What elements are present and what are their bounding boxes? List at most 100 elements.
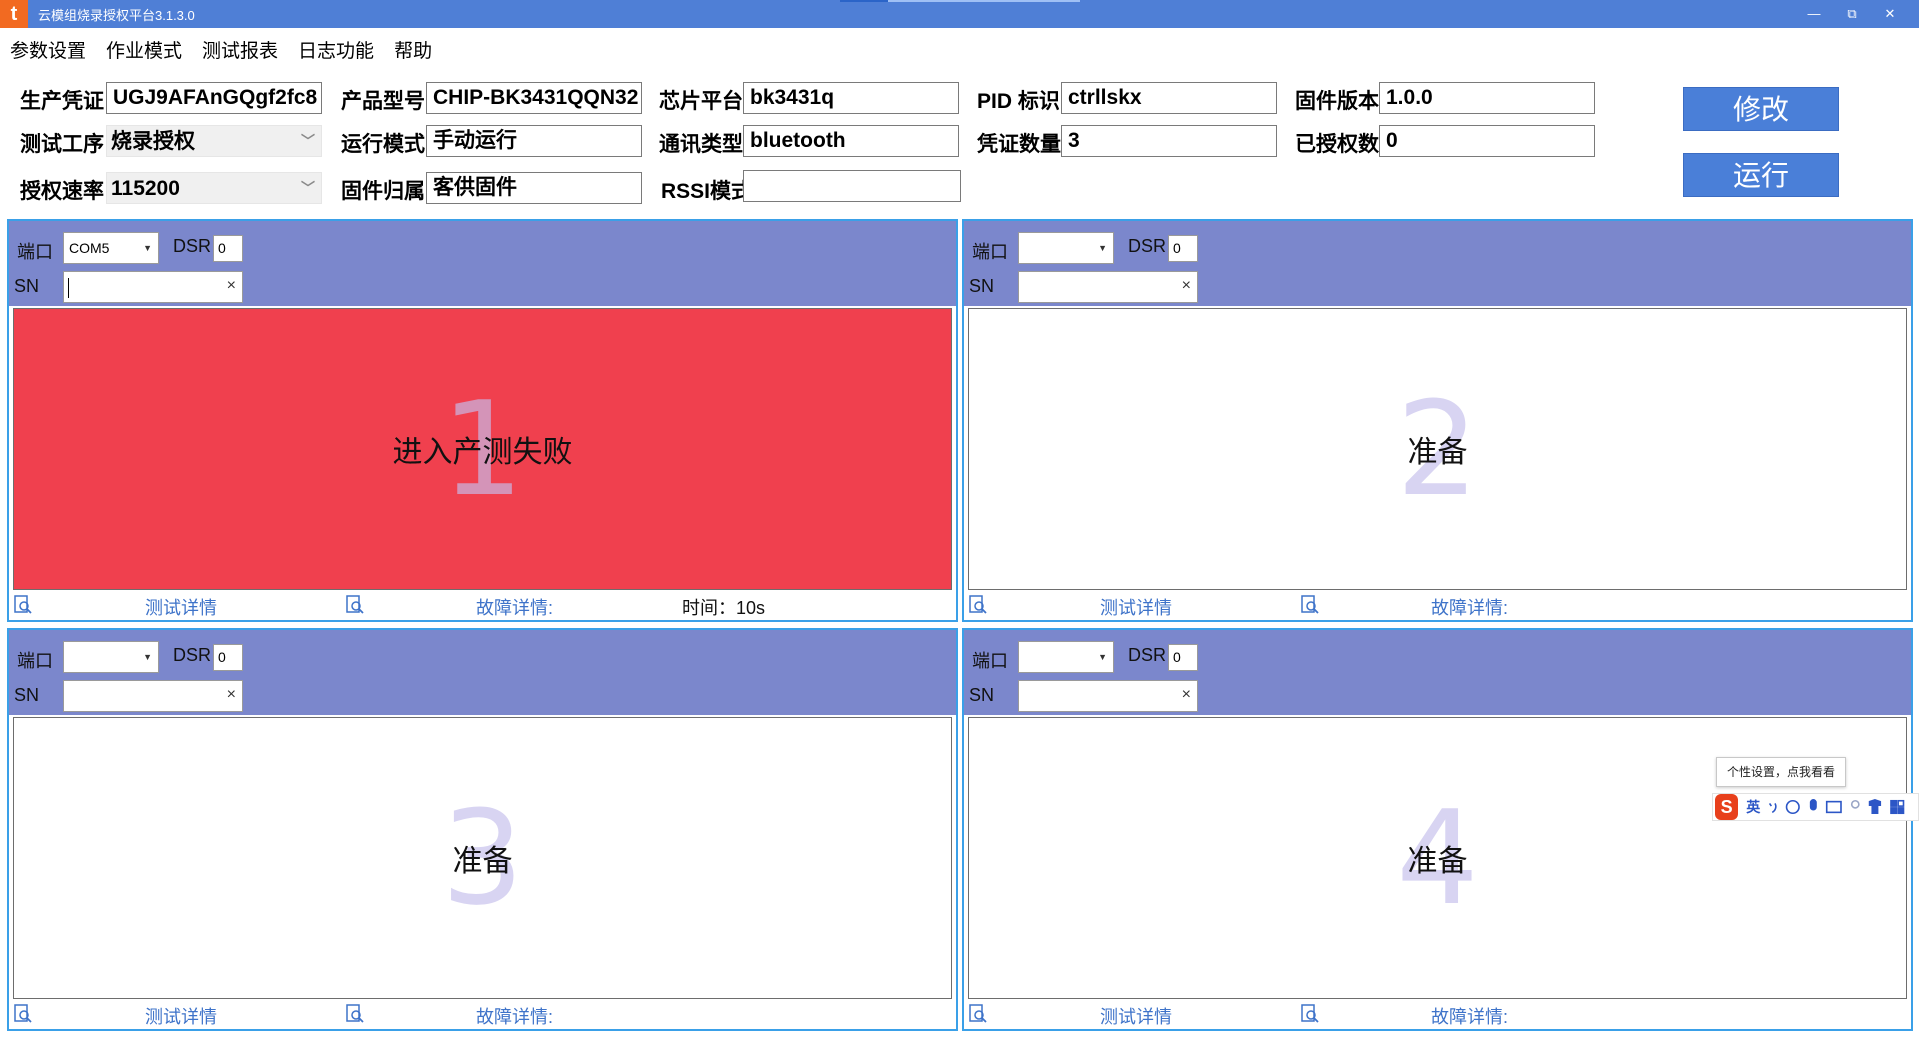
search-doc-icon[interactable] [13,1004,33,1024]
dsr-field[interactable]: 0 [213,235,243,262]
process-value: 烧录授权 [111,130,195,153]
sn-input[interactable]: × [1018,271,1198,303]
modify-button[interactable]: 修改 [1683,87,1839,131]
run-button[interactable]: 运行 [1683,153,1839,197]
fault-detail-link[interactable]: 故障详情: [476,1003,553,1029]
station-status: 准备 [452,845,513,878]
port-label: 端口 [972,651,1008,671]
dsr-field[interactable]: 0 [213,644,243,671]
restore-button[interactable]: ⧉ [1833,0,1871,28]
cred-count-field[interactable]: 3 [1061,125,1277,157]
port-select[interactable]: ▼ [63,641,159,673]
dropdown-arrow-icon: ▼ [1098,652,1107,662]
rssi-field[interactable] [743,170,961,202]
chevron-down-icon: ﹀ [301,133,315,149]
search-doc-icon[interactable] [13,595,33,615]
window-title: 云模组烧录授权平台3.1.3.0 [38,7,195,23]
port-select[interactable]: ▼ [1018,232,1114,264]
ime-language-toggle[interactable]: 英 [1746,797,1760,817]
sn-label: SN [14,276,40,296]
sn-label: SN [14,685,40,705]
test-detail-link[interactable]: 测试详情 [1100,1003,1172,1029]
menu-item-help[interactable]: 帮助 [394,36,432,66]
dsr-field[interactable]: 0 [1168,644,1198,671]
pid-field[interactable]: ctrllskx [1061,82,1277,114]
product-field[interactable]: CHIP-BK3431QQN32 [426,82,642,114]
process-select[interactable]: 烧录授权 ﹀ [106,125,322,157]
baud-select[interactable]: 115200 ﹀ [106,172,322,204]
station-panel-4: 端口 ▼ DSR 0 SN × 4 准备 测试详情 故障详情: [962,628,1913,1031]
authorized-field[interactable]: 0 [1379,125,1595,157]
process-label: 测试工序: [20,133,111,156]
run-mode-field[interactable]: 手动运行 [426,125,642,157]
search-doc-icon[interactable] [968,1004,988,1024]
test-detail-link[interactable]: 测试详情 [145,1003,217,1029]
comm-field[interactable]: bluetooth [743,125,959,157]
search-doc-icon[interactable] [1300,1004,1320,1024]
port-label: 端口 [972,242,1008,262]
credential-label: 生产凭证: [20,90,111,113]
run-mode-label: 运行模式: [341,133,432,156]
port-value: COM5 [69,240,110,256]
ime-toolbar[interactable]: S 英 [1712,793,1919,821]
close-button[interactable]: ✕ [1871,0,1909,28]
sn-input[interactable]: × [1018,680,1198,712]
fault-detail-link[interactable]: 故障详情: [476,594,553,620]
keyboard-icon [1826,800,1843,814]
search-doc-icon[interactable] [345,595,365,615]
menu-item-log[interactable]: 日志功能 [298,36,374,66]
panel-footer: 测试详情 故障详情: [9,999,956,1029]
search-doc-icon[interactable] [1300,595,1320,615]
toolbox-icon [1890,799,1898,807]
station-panel-3: 端口 ▼ DSR 0 SN × 3 准备 测试详情 故障详情: [7,628,958,1031]
title-accent [840,0,1080,2]
dsr-field[interactable]: 0 [1168,235,1198,262]
cred-count-label: 凭证数量: [977,133,1068,156]
sn-label: SN [969,276,995,296]
credential-field[interactable]: UGJ9AFAnGQgf2fc8 [106,82,322,114]
fault-detail-link[interactable]: 故障详情: [1431,1003,1508,1029]
clear-icon[interactable]: × [227,686,236,704]
station-display: 2 准备 [968,308,1907,590]
clear-icon[interactable]: × [227,277,236,295]
panel-header: 端口 ▼ DSR 0 SN × [964,630,1911,715]
clear-icon[interactable]: × [1182,686,1191,704]
dropdown-arrow-icon: ▼ [1098,243,1107,253]
comm-label: 通讯类型: [659,133,750,156]
menu-item-work-mode[interactable]: 作业模式 [106,36,182,66]
chip-field[interactable]: bk3431q [743,82,959,114]
fw-version-field[interactable]: 1.0.0 [1379,82,1595,114]
menu-item-params[interactable]: 参数设置 [10,36,86,66]
panel-header: 端口 ▼ DSR 0 SN × [9,630,956,715]
panel-header: 端口 COM5 ▼ DSR 0 SN × [9,221,956,306]
test-detail-link[interactable]: 测试详情 [1100,594,1172,620]
fault-detail-link[interactable]: 故障详情: [1431,594,1508,620]
rssi-label: RSSI模式 [661,180,753,203]
test-detail-link[interactable]: 测试详情 [145,594,217,620]
baud-label: 授权速率: [20,180,111,203]
port-select[interactable]: COM5 ▼ [63,232,159,264]
dsr-label: DSR [173,236,212,256]
sn-input[interactable]: × [63,271,243,303]
punct-icon [1769,802,1777,814]
ime-tool-icons[interactable] [1766,797,1918,817]
search-doc-icon[interactable] [968,595,988,615]
dsr-label: DSR [173,645,212,665]
sn-input[interactable]: × [63,680,243,712]
ime-tooltip[interactable]: 个性设置，点我看看 [1716,757,1847,787]
fw-owner-field[interactable]: 客供固件 [426,172,642,204]
chip-label: 芯片平台: [659,90,750,113]
minimize-button[interactable]: — [1795,0,1833,28]
title-bar: t 云模组烧录授权平台3.1.3.0 — ⧉ ✕ [0,0,1919,28]
port-select[interactable]: ▼ [1018,641,1114,673]
station-status: 准备 [1407,845,1468,878]
sogou-logo-icon[interactable]: S [1715,794,1739,820]
clear-icon[interactable]: × [1182,277,1191,295]
station-display: 3 准备 [13,717,952,999]
text-caret [68,278,69,298]
search-doc-icon[interactable] [345,1004,365,1024]
panel-footer: 测试详情 故障详情: 时间：10s [9,590,956,620]
menu-item-report[interactable]: 测试报表 [202,36,278,66]
station-panel-2: 端口 ▼ DSR 0 SN × 2 准备 测试详情 故障详情: [962,219,1913,622]
authorized-label: 已授权数: [1295,133,1386,156]
